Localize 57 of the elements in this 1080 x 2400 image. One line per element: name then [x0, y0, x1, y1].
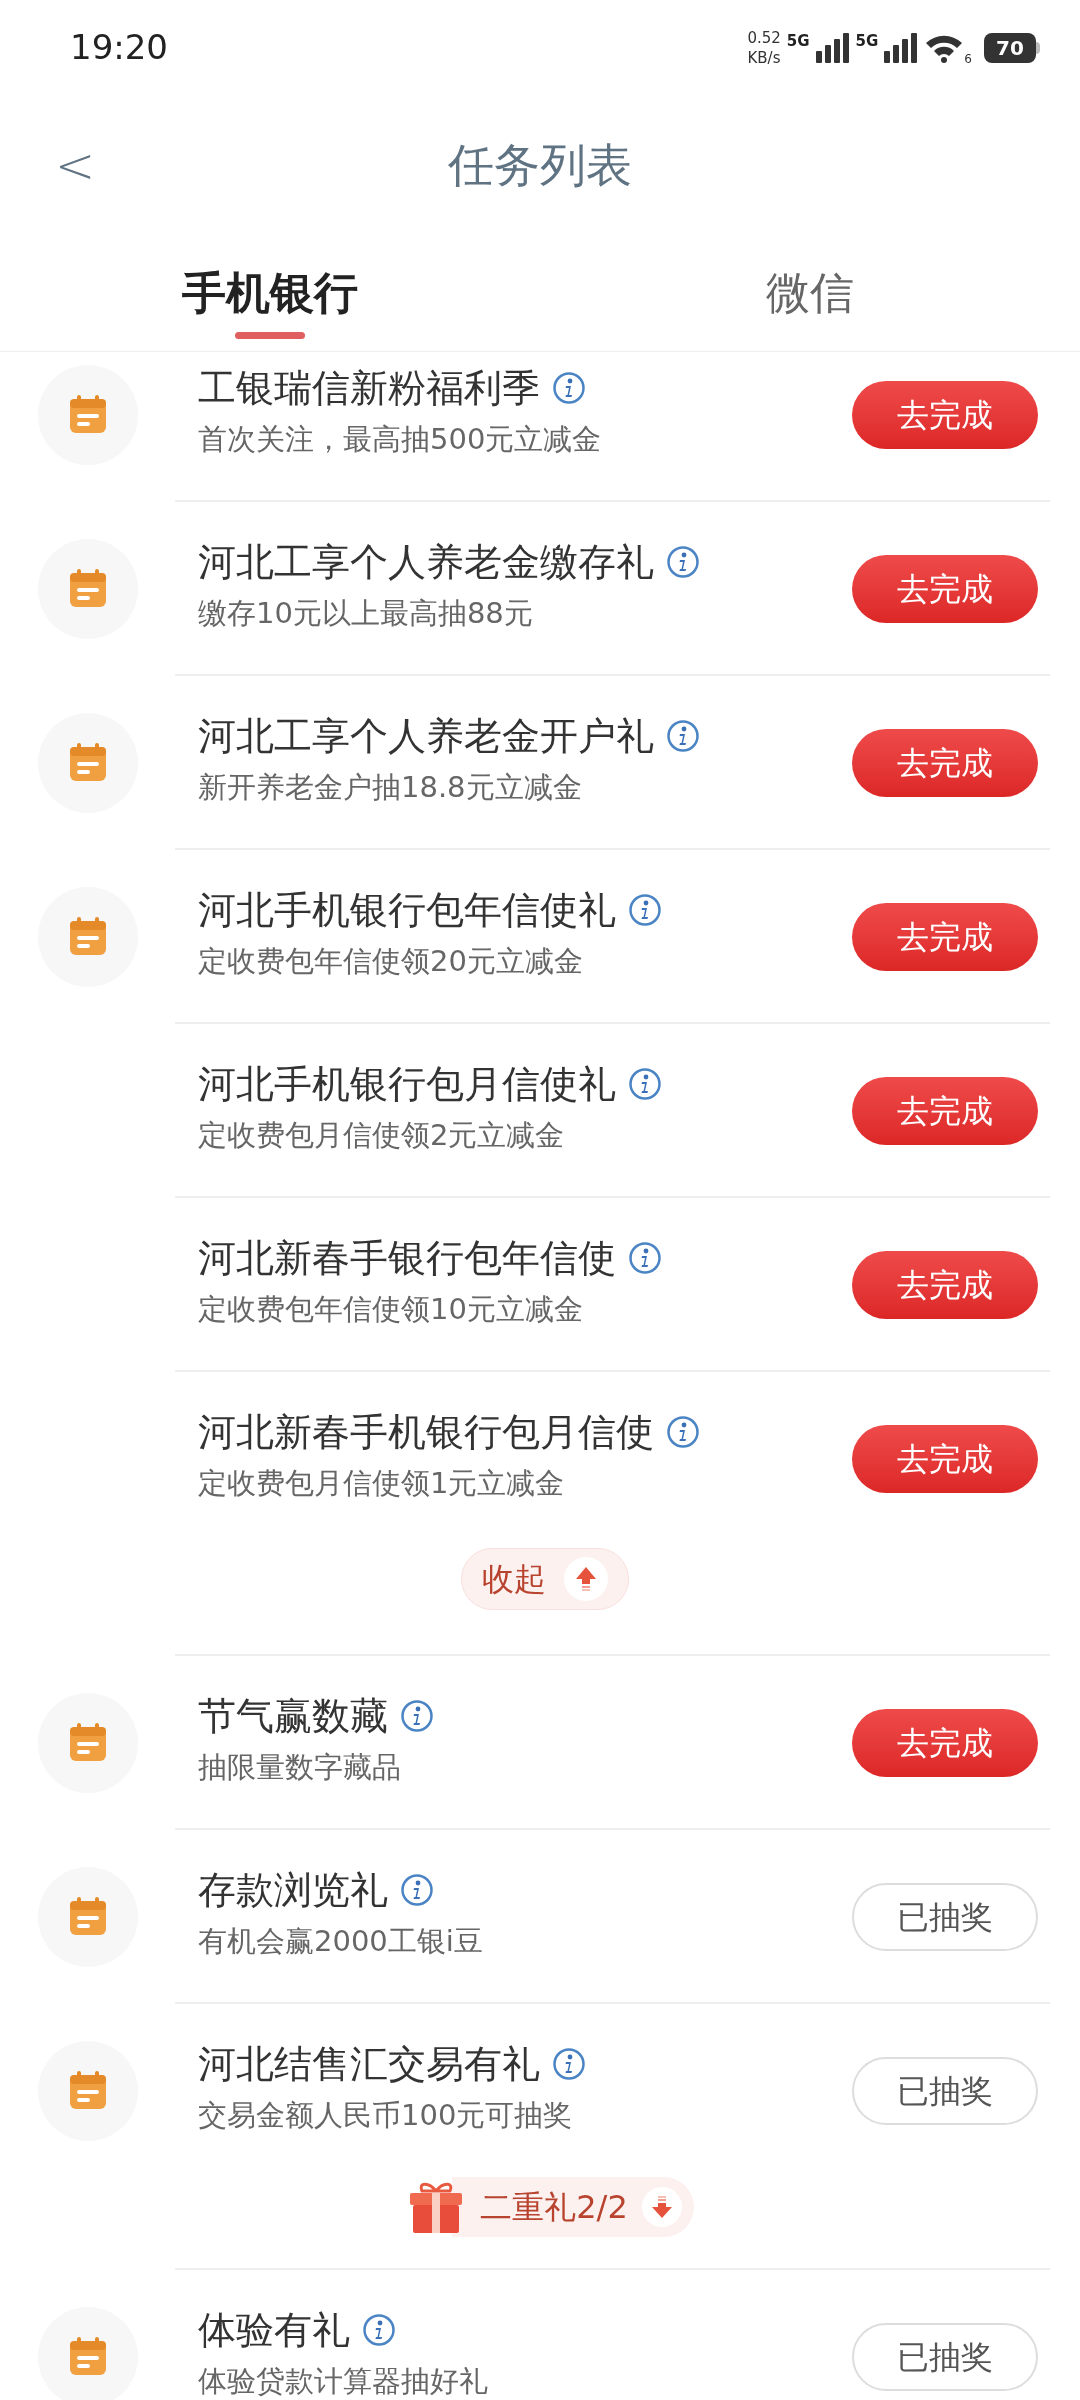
page-title: 任务列表	[448, 136, 632, 194]
info-icon[interactable]	[400, 1699, 434, 1733]
info-icon[interactable]	[362, 2313, 396, 2347]
complete-button[interactable]: 去完成	[852, 381, 1038, 449]
info-icon[interactable]	[666, 719, 700, 753]
task-title: 河北工享个人养老金开户礼	[198, 713, 654, 760]
complete-button[interactable]: 去完成	[852, 1251, 1038, 1319]
signal-icon	[815, 32, 850, 63]
wifi-label: 6	[964, 50, 972, 68]
task-title: 存款浏览礼	[198, 1867, 388, 1914]
complete-button[interactable]: 去完成	[852, 555, 1038, 623]
info-icon[interactable]	[400, 1873, 434, 1907]
complete-button[interactable]: 去完成	[852, 1709, 1038, 1777]
signal-icon	[884, 32, 919, 63]
task-title: 河北新春手银行包年信使	[198, 1235, 616, 1282]
task-description: 定收费包年信使领10元立减金	[198, 1291, 584, 1328]
complete-button[interactable]: 去完成	[852, 729, 1038, 797]
task-description: 抽限量数字藏品	[198, 1749, 402, 1786]
task-title: 河北新春手机银行包月信使	[198, 1409, 654, 1456]
status-time: 19:20	[70, 26, 168, 69]
network-type: 5G	[786, 30, 810, 52]
task-title: 工银瑞信新粉福利季	[198, 365, 540, 412]
info-icon[interactable]	[552, 371, 586, 405]
drawn-button[interactable]: 已抽奖	[852, 1883, 1038, 1951]
tab[interactable]: 手机银行	[0, 235, 540, 351]
task-description: 新开养老金户抽18.8元立减金	[198, 769, 583, 806]
collapse-button[interactable]: 收起	[461, 1548, 629, 1610]
info-icon[interactable]	[666, 545, 700, 579]
info-icon[interactable]	[628, 1241, 662, 1275]
task-title: 体验有礼	[198, 2307, 350, 2354]
network-speed: 0.52	[747, 27, 781, 48]
task-title: 河北结售汇交易有礼	[198, 2041, 540, 2088]
complete-button[interactable]: 去完成	[852, 1077, 1038, 1145]
task-title: 河北手机银行包年信使礼	[198, 887, 616, 934]
info-icon[interactable]	[628, 893, 662, 927]
drawn-button[interactable]: 已抽奖	[852, 2057, 1038, 2125]
task-description: 首次关注，最高抽500元立减金	[198, 421, 603, 458]
tab[interactable]: 微信	[540, 235, 1080, 351]
task-title: 河北手机银行包月信使礼	[198, 1061, 616, 1108]
complete-button[interactable]: 去完成	[852, 1425, 1038, 1493]
network-type: 5G	[855, 30, 879, 52]
task-description: 定收费包年信使领20元立减金	[198, 943, 584, 980]
back-button[interactable]: <	[55, 141, 96, 189]
task-description: 交易金额人民币100元可抽奖	[198, 2097, 574, 2134]
complete-button[interactable]: 去完成	[852, 903, 1038, 971]
info-icon[interactable]	[552, 2047, 586, 2081]
info-icon[interactable]	[666, 1415, 700, 1449]
task-title: 河北工享个人养老金缴存礼	[198, 539, 654, 586]
task-description: 定收费包月信使领1元立减金	[198, 1465, 566, 1502]
task-title: 节气赢数藏	[198, 1693, 388, 1740]
task-description: 缴存10元以上最高抽88元	[198, 595, 534, 632]
network-speed-unit: KB/s	[747, 47, 781, 68]
info-icon[interactable]	[628, 1067, 662, 1101]
drawn-button[interactable]: 已抽奖	[852, 2323, 1038, 2391]
task-description: 有机会赢2000工银i豆	[198, 1923, 484, 1960]
task-description: 体验贷款计算器抽好礼	[198, 2363, 489, 2400]
task-description: 定收费包月信使领2元立减金	[198, 1117, 566, 1154]
